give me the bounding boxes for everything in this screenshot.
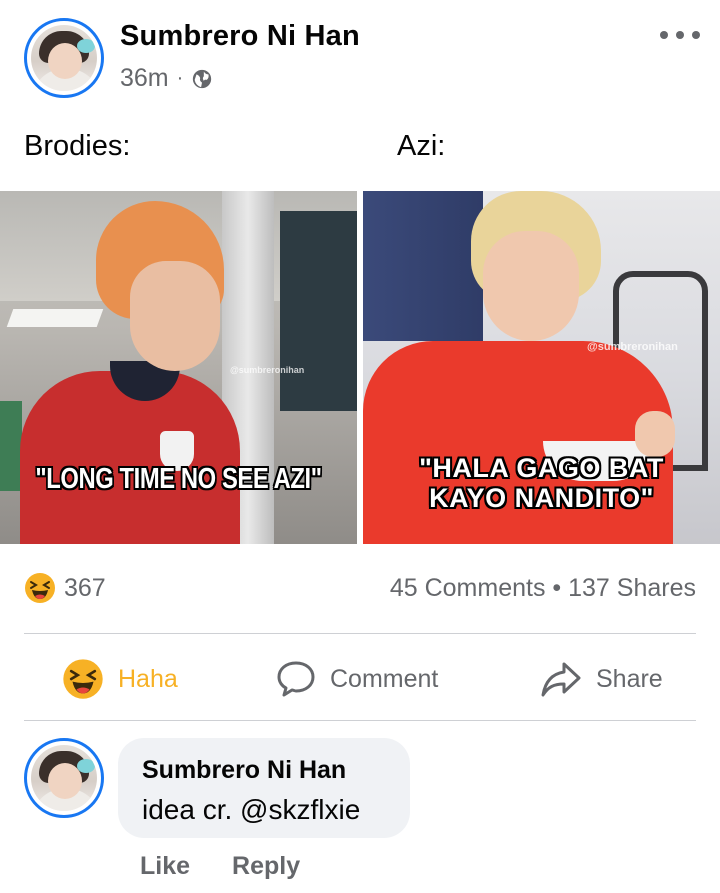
meme-caption-line: "HALA GAGO BAT bbox=[419, 453, 664, 483]
avatar-sticker-shape bbox=[77, 759, 95, 773]
post-time[interactable]: 36m bbox=[120, 64, 169, 93]
globe-icon[interactable] bbox=[191, 68, 213, 90]
divider bbox=[24, 720, 696, 721]
meta-separator: · bbox=[176, 67, 184, 89]
image-watermark: @sumbreronihan bbox=[230, 365, 305, 375]
image-watermark: @sumbreronihan bbox=[587, 341, 678, 353]
post-image-left[interactable]: @sumbreronihan "LONG TIME NO SEE AZI" bbox=[0, 191, 357, 544]
comment-label: Comment bbox=[330, 664, 439, 693]
poster-name[interactable]: Sumbrero Ni Han bbox=[120, 20, 360, 53]
poster-avatar[interactable] bbox=[24, 18, 104, 98]
image-window-shape bbox=[280, 211, 357, 411]
haha-label: Haha bbox=[118, 664, 178, 693]
comment-reply-button[interactable]: Reply bbox=[232, 852, 300, 881]
engagement-counts: 45 Comments • 137 Shares bbox=[390, 574, 696, 603]
image-blind-shape bbox=[363, 191, 483, 341]
post-action-bar: Haha Comment Share bbox=[24, 650, 696, 708]
share-label: Share bbox=[596, 664, 663, 693]
comment-bubble-icon bbox=[277, 661, 315, 697]
image-hand-shape bbox=[635, 411, 675, 457]
haha-emoji-icon bbox=[63, 659, 103, 699]
image-light-shape bbox=[6, 309, 104, 327]
shares-count[interactable]: 137 Shares bbox=[568, 574, 696, 602]
comment-actions: Like Reply bbox=[140, 852, 300, 881]
comment-bubble[interactable]: Sumbrero Ni Han idea cr. @skzflxie bbox=[118, 738, 410, 838]
comment-button[interactable]: Comment bbox=[276, 650, 438, 708]
comments-count[interactable]: 45 Comments bbox=[390, 574, 546, 602]
post-header: Sumbrero Ni Han 36m · bbox=[0, 0, 720, 110]
commenter-name[interactable]: Sumbrero Ni Han bbox=[142, 756, 346, 785]
avatar-image bbox=[31, 745, 97, 811]
comment-text: idea cr. @skzflxie bbox=[142, 794, 361, 825]
share-button[interactable]: Share bbox=[540, 650, 663, 708]
divider bbox=[24, 633, 696, 634]
caption-left: Brodies: bbox=[24, 130, 131, 162]
reaction-count[interactable]: 367 bbox=[64, 574, 106, 603]
meme-caption-line: KAYO NANDITO" bbox=[429, 483, 654, 513]
comment-like-button[interactable]: Like bbox=[140, 852, 190, 881]
haha-emoji-icon[interactable] bbox=[24, 572, 56, 604]
meme-caption-right: "HALA GAGO BAT KAYO NANDITO" bbox=[363, 453, 720, 513]
meme-caption-left: "LONG TIME NO SEE AZI" bbox=[35, 463, 322, 495]
reactions-summary: 367 45 Comments • 137 Shares bbox=[24, 570, 696, 610]
more-dot bbox=[660, 31, 668, 39]
more-dot bbox=[692, 31, 700, 39]
share-arrow-icon bbox=[541, 662, 581, 697]
avatar-sticker-shape bbox=[77, 39, 95, 53]
image-person-face bbox=[130, 261, 220, 371]
post-meta: 36m · bbox=[120, 64, 213, 93]
image-wall-shape bbox=[0, 401, 22, 491]
avatar-image bbox=[31, 25, 97, 91]
image-person-face bbox=[483, 231, 579, 341]
caption-right: Azi: bbox=[397, 130, 446, 162]
counts-separator: • bbox=[552, 574, 562, 602]
haha-button[interactable]: Haha bbox=[62, 650, 178, 708]
more-dot bbox=[676, 31, 684, 39]
commenter-avatar[interactable] bbox=[24, 738, 104, 818]
post-image-right[interactable]: @sumbreronihan "HALA GAGO BAT KAYO NANDI… bbox=[363, 191, 720, 544]
more-options-icon[interactable] bbox=[660, 26, 700, 44]
comment-item: Sumbrero Ni Han idea cr. @skzflxie Like … bbox=[24, 736, 696, 893]
